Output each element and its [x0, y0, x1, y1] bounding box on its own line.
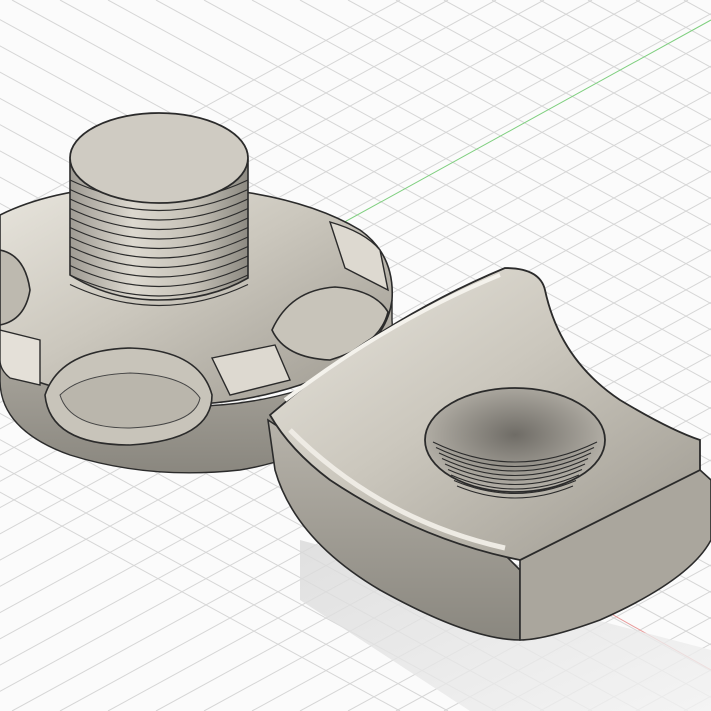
grid-line: [635, 0, 711, 42]
saddle-threaded-hole: [424, 387, 606, 493]
grid-line: [683, 695, 711, 711]
y-axis-line: [329, 19, 711, 231]
grid-line: [683, 0, 711, 16]
3d-scene[interactable]: [0, 0, 711, 711]
cad-viewport[interactable]: [0, 0, 711, 711]
grid-line: [635, 669, 711, 711]
knob-post-top: [69, 112, 249, 204]
